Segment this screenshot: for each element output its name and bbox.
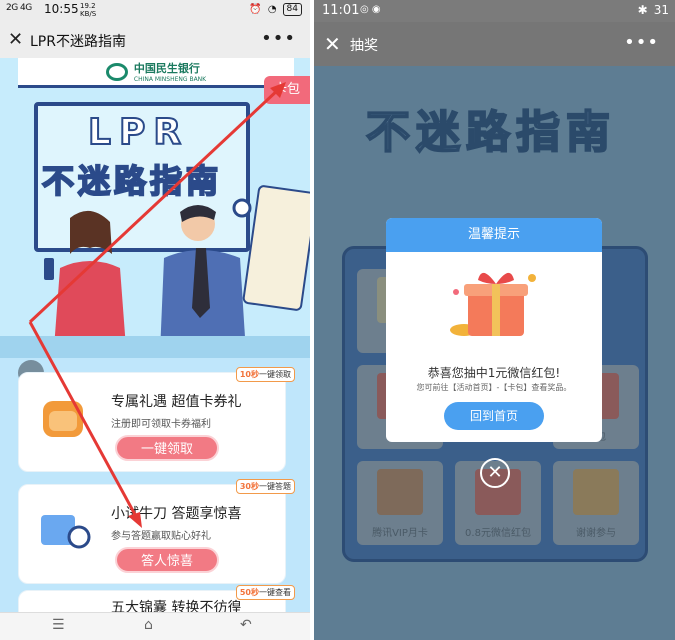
prize-label: 腾讯VIP月卡 <box>372 528 428 539</box>
task-subtitle: 参与答题赢取贴心好礼 <box>111 531 211 542</box>
close-dialog-icon[interactable]: ✕ <box>480 458 510 488</box>
prize-dialog: 温馨提示 恭喜您抽中1元微信红包! 您可前往【活动首页】-【卡包】查看奖品。 回… <box>386 218 602 442</box>
task-card-1: 10秒一键领取 专属礼遇 超值卡券礼 注册即可领取卡券福利 一键领取 <box>18 367 295 472</box>
task-tag: 10秒一键领取 <box>235 367 295 382</box>
lpr-text: LPR <box>87 111 190 154</box>
back-to-home-button[interactable]: 回到首页 <box>444 402 544 430</box>
task-tag: 50秒一键查看 <box>235 585 295 600</box>
status-right-icons: ⏰ ◔ 84 <box>249 3 302 16</box>
status-bar: 11:01 ◎ ◉ ✱ 31 <box>314 0 675 22</box>
gift-box-icon <box>450 272 536 336</box>
signal-indicator: 2G 4G <box>6 3 32 13</box>
home-icon[interactable]: ⌂ <box>144 617 153 633</box>
bank-logo-icon <box>105 62 128 81</box>
bank-name-cn: 中国民生银行 <box>133 62 200 75</box>
screenshot-root: 2G 4G 10:55 19.2 KB/S ⏰ ◔ 84 ✕ LPR不迷路指南 •… <box>0 0 675 640</box>
page-title: LPR不迷路指南 <box>30 34 126 50</box>
network-speed: 19.2 KB/S <box>80 2 97 18</box>
vip-card-image <box>377 469 423 515</box>
close-icon[interactable]: ✕ <box>324 32 341 56</box>
page-title: 抽奖 <box>350 38 378 54</box>
lottery-cell: 腾讯VIP月卡 <box>357 461 443 545</box>
prize-label: 谢谢参与 <box>576 528 616 539</box>
woman-illustration <box>44 210 126 348</box>
prize-label: 0.8元微信红包 <box>465 528 531 539</box>
task-card-2: 30秒一键答题 小试牛刀 答题享惊喜 参与答题赢取贴心好礼 答人惊喜 <box>18 479 295 584</box>
task-subtitle: 注册即可领取卡券福利 <box>111 419 211 430</box>
wifi-icon: ◔ <box>267 4 277 15</box>
left-phone: 2G 4G 10:55 19.2 KB/S ⏰ ◔ 84 ✕ LPR不迷路指南 •… <box>0 0 310 640</box>
alarm-icon: ⏰ <box>249 4 262 15</box>
close-icon[interactable]: ✕ <box>8 29 23 50</box>
back-icon[interactable]: ↶ <box>240 617 252 633</box>
task-title: 专属礼遇 超值卡券礼 <box>111 394 242 410</box>
title-bar: ✕ 抽奖 ••• <box>314 22 675 66</box>
battery-icon: 84 <box>282 3 302 16</box>
claim-button[interactable]: 一键领取 <box>115 435 219 461</box>
dialog-title: 温馨提示 <box>386 218 602 252</box>
wifi-icon: ✱ <box>637 3 648 17</box>
lottery-cell: 谢谢参与 <box>553 461 639 545</box>
status-time: 11:01 <box>322 3 360 18</box>
man-illustration <box>160 198 252 353</box>
system-nav-bar: ☰ ⌂ ↶ <box>0 612 310 640</box>
battery-level: 31 <box>653 3 669 17</box>
ground-strip <box>0 336 310 358</box>
more-icon[interactable]: ••• <box>624 32 659 53</box>
menu-icon[interactable]: ☰ <box>52 617 65 633</box>
dialog-hint: 您可前往【活动首页】-【卡包】查看奖品。 <box>416 383 572 392</box>
notification-icons: ◎ ◉ <box>360 4 381 15</box>
slogan-text: 不迷路指南 <box>41 161 223 201</box>
dialog-message: 恭喜您抽中1元微信红包! <box>427 366 561 380</box>
more-icon[interactable]: ••• <box>261 28 296 49</box>
title-bar: ✕ LPR不迷路指南 ••• <box>0 20 310 58</box>
background-slogan: 不迷路指南 <box>365 106 616 159</box>
right-phone: 11:01 ◎ ◉ ✱ 31 ✕ 抽奖 ••• 不迷路指南 爱 1元 <box>314 0 675 640</box>
bank-name: 中国民生银行 CHINA MINSHENG BANK <box>134 60 206 83</box>
quiz-icon <box>41 515 91 549</box>
status-right-icons: ✱ 31 <box>638 3 669 17</box>
bank-name-en: CHINA MINSHENG BANK <box>133 76 207 83</box>
task-title: 小试牛刀 答题享惊喜 <box>111 506 242 522</box>
status-time: 10:55 <box>44 2 79 16</box>
task-tag: 30秒一键答题 <box>235 479 295 494</box>
status-bar: 2G 4G 10:55 19.2 KB/S ⏰ ◔ 84 <box>0 0 310 20</box>
quiz-button[interactable]: 答人惊喜 <box>115 547 219 573</box>
gift-box-image <box>573 469 619 515</box>
card-pack-button[interactable]: 卡包 <box>264 76 310 104</box>
hero-banner: 中国民生银行 CHINA MINSHENG BANK LPR 不迷路指南 卡包 <box>0 58 310 386</box>
bank-header: 中国民生银行 CHINA MINSHENG BANK <box>18 58 294 88</box>
wallet-icon <box>43 401 83 437</box>
